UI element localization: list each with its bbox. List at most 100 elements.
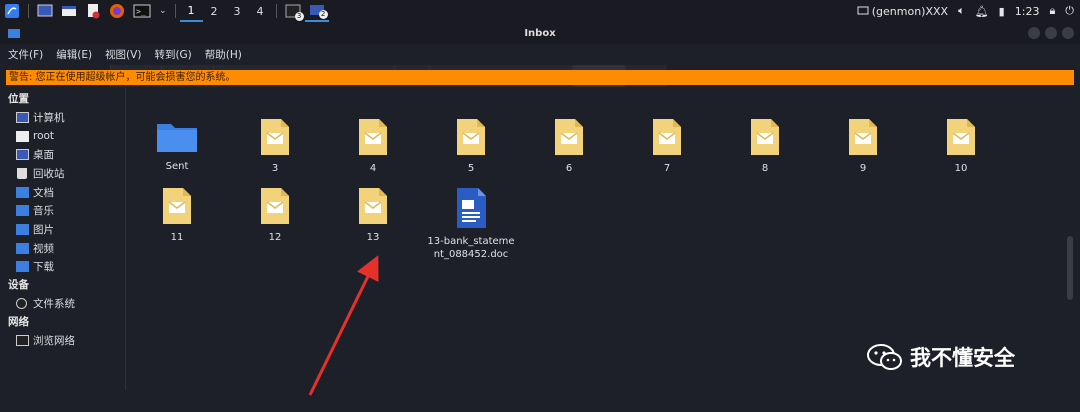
show-desktop-icon[interactable] — [33, 0, 57, 22]
sidebar-item-computer[interactable]: 计算机 — [0, 108, 125, 127]
file-label: 10 — [954, 163, 968, 174]
sidebar-item-label: 下载 — [33, 261, 54, 274]
sidebar-item-label: 音乐 — [33, 205, 54, 218]
file-manager-icon[interactable] — [57, 0, 81, 22]
sidebar-item-label: 文件系统 — [33, 298, 75, 311]
volume-icon[interactable]: 🔈︎ — [958, 4, 965, 18]
sidebar-item-trash[interactable]: 回收站 — [0, 164, 125, 183]
window-controls — [1028, 27, 1074, 39]
network-icon — [16, 334, 29, 346]
genmon-widget[interactable]: (genmon)XXX — [857, 5, 948, 18]
menu-file[interactable]: 文件(F) — [8, 47, 43, 62]
drive-icon — [16, 298, 27, 310]
mail-file-icon — [261, 119, 289, 155]
text-editor-icon[interactable] — [81, 0, 105, 22]
file-item[interactable]: 13 — [326, 187, 420, 244]
menu-help[interactable]: 帮助(H) — [205, 47, 242, 62]
logout-icon[interactable]: ⏻ — [1065, 4, 1074, 18]
sidebar-item-label: root — [33, 130, 55, 143]
file-item[interactable]: 9 — [816, 118, 910, 175]
file-label: 7 — [663, 163, 671, 174]
sidebar-item-documents[interactable]: 文档 — [0, 183, 125, 202]
menu-view[interactable]: 视图(V) — [105, 47, 141, 62]
trash-icon — [17, 167, 27, 179]
sidebar-item-label: 图片 — [33, 223, 54, 236]
watermark: 我不懂安全 — [866, 342, 1015, 372]
taskbar: >_ ⌄ 1 2 3 4 3 2 (genmon)XXX 🔈︎ 🔔︎ ▮ 1:2… — [0, 0, 1080, 22]
folder-icon — [16, 223, 29, 235]
folder-app-icon — [8, 29, 20, 38]
menu-edit[interactable]: 编辑(E) — [56, 47, 92, 62]
notification-bell-icon[interactable]: 🔔︎ — [975, 5, 989, 18]
maximize-button[interactable] — [1045, 27, 1057, 39]
menubar: 文件(F) 编辑(E) 视图(V) 转到(G) 帮助(H) — [0, 44, 1080, 64]
mail-file-icon — [947, 119, 975, 155]
sidebar: 位置 计算机 root 桌面 回收站 文档 音乐 图片 视频 下载 设备 文件系… — [0, 88, 126, 390]
desktop-icon — [16, 149, 29, 161]
sidebar-item-filesystem[interactable]: 文件系统 — [0, 294, 125, 313]
file-item[interactable]: 4 — [326, 118, 420, 175]
mail-file-icon — [359, 188, 387, 224]
sidebar-item-browse-network[interactable]: 浏览网络 — [0, 331, 125, 350]
sidebar-item-label: 文档 — [33, 186, 54, 199]
file-label: 11 — [170, 232, 184, 243]
folder-icon — [16, 242, 29, 254]
minimize-button[interactable] — [1028, 27, 1040, 39]
monitor-icon — [857, 6, 869, 15]
file-item[interactable]: 12 — [228, 187, 322, 244]
root-warning-banner: 警告: 您正在使用超级帐户，可能会损害您的系统。 — [6, 70, 1074, 85]
menu-go[interactable]: 转到(G) — [154, 47, 191, 62]
file-item[interactable]: 10 — [914, 118, 1008, 175]
file-label: 4 — [369, 163, 377, 174]
file-item[interactable]: 8 — [718, 118, 812, 175]
sidebar-item-downloads[interactable]: 下载 — [0, 258, 125, 277]
file-label: 8 — [761, 163, 769, 174]
mail-file-icon — [457, 119, 485, 155]
sidebar-item-root[interactable]: root — [0, 127, 125, 146]
sidebar-heading-places: 位置 — [8, 93, 29, 105]
file-label: 13-bank_statement_088452.doc — [427, 236, 515, 260]
lock-icon[interactable]: 🔒︎ — [1049, 4, 1055, 18]
clock[interactable]: 1:23 — [1015, 5, 1040, 18]
mail-file-icon — [653, 119, 681, 155]
window-count-badge: 3 — [294, 12, 304, 21]
file-item[interactable]: 6 — [522, 118, 616, 175]
word-document-icon — [457, 188, 486, 228]
folder-icon — [16, 186, 29, 198]
file-item[interactable]: 11 — [130, 187, 224, 244]
sidebar-item-pictures[interactable]: 图片 — [0, 220, 125, 239]
workspace-4[interactable]: 4 — [249, 0, 272, 22]
workspace-1[interactable]: 1 — [179, 0, 203, 22]
battery-icon[interactable]: ▮ — [999, 5, 1005, 18]
workspace-3[interactable]: 3 — [226, 0, 249, 22]
firefox-icon[interactable] — [105, 0, 129, 22]
file-manager-window-button[interactable]: 2 — [304, 0, 329, 22]
home-folder-icon — [16, 130, 29, 142]
separator — [275, 4, 277, 18]
file-label: 3 — [271, 163, 279, 174]
file-item[interactable]: 7 — [620, 118, 714, 175]
sidebar-item-music[interactable]: 音乐 — [0, 201, 125, 220]
file-label: Sent — [165, 161, 189, 172]
mail-file-icon — [555, 119, 583, 155]
mail-file-icon — [751, 119, 779, 155]
kali-menu-icon[interactable] — [0, 0, 24, 22]
sidebar-heading-network: 网络 — [8, 315, 29, 328]
terminal-icon[interactable]: >_ — [129, 0, 155, 22]
svg-text:>_: >_ — [136, 7, 146, 16]
window-titlebar[interactable]: Inbox — [0, 22, 1080, 44]
file-item[interactable]: 13-bank_statement_088452.doc — [424, 187, 518, 261]
file-item[interactable]: 3 — [228, 118, 322, 175]
workspace-2[interactable]: 2 — [203, 0, 226, 22]
terminal-window-button[interactable]: 3 — [281, 0, 305, 22]
chevron-down-icon[interactable]: ⌄ — [155, 0, 171, 22]
sidebar-item-videos[interactable]: 视频 — [0, 239, 125, 258]
folder-item[interactable]: Sent — [130, 118, 224, 173]
mail-file-icon — [849, 119, 877, 155]
sidebar-item-desktop[interactable]: 桌面 — [0, 145, 125, 164]
file-item[interactable]: 5 — [424, 118, 518, 175]
file-label: 5 — [467, 163, 475, 174]
scrollbar[interactable] — [1067, 236, 1073, 300]
mail-file-icon — [359, 119, 387, 155]
close-button[interactable] — [1062, 27, 1074, 39]
